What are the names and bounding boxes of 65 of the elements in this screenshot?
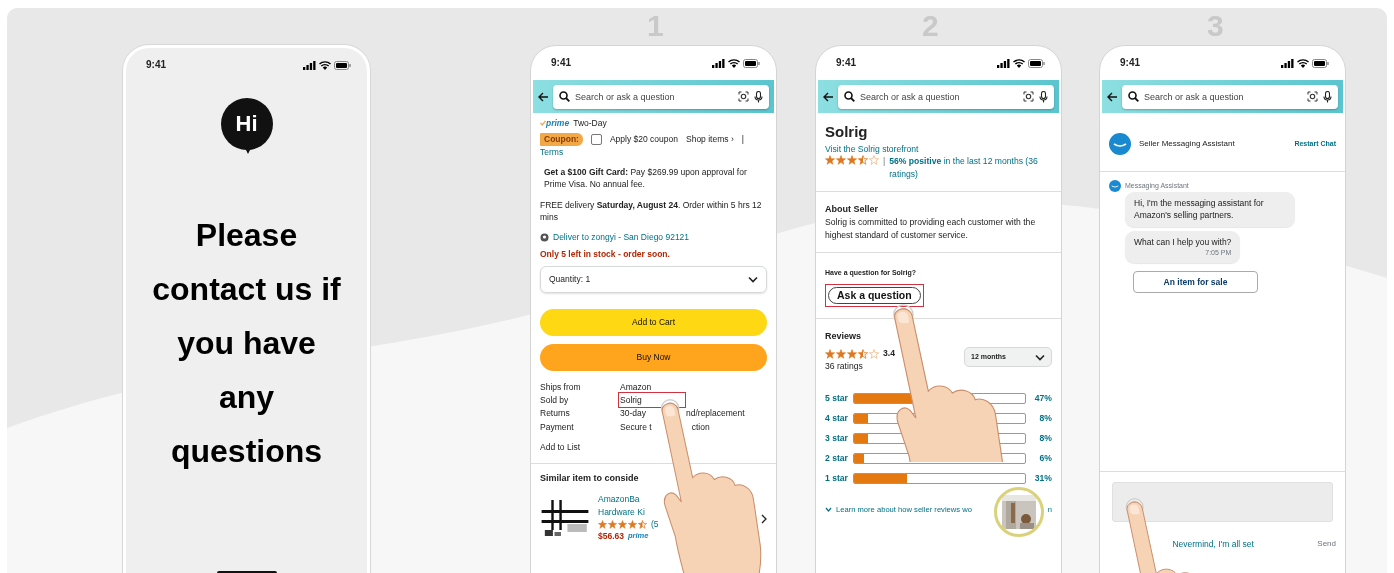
- seller-description: Solrig is committed to providing each customer with the highest standard of customer service.: [825, 216, 1037, 242]
- shop-items-link[interactable]: Shop items ›: [686, 133, 734, 146]
- star-label[interactable]: 5 star: [825, 392, 849, 405]
- detail-value: nd/replacement: [686, 407, 745, 420]
- contact-message: Please contact us if you have any questions: [151, 216, 342, 471]
- rating-percent[interactable]: 6%: [1030, 452, 1052, 465]
- storefront-link[interactable]: Visit the Solrig storefront: [825, 142, 1052, 156]
- send-button[interactable]: Send: [1317, 538, 1336, 550]
- rating-count: (5: [651, 518, 659, 531]
- detail-value: Solrig: [620, 394, 684, 407]
- dismiss-link[interactable]: Nevermind, I'm all set: [1172, 537, 1254, 550]
- add-to-cart-button[interactable]: Add to Cart: [540, 308, 767, 336]
- detail-value: Secure t: [620, 420, 652, 434]
- section-heading: About Seller: [825, 203, 879, 217]
- quantity-select[interactable]: Quantity: 1: [540, 265, 767, 293]
- status-time: 9:41: [551, 55, 571, 70]
- prime-logo: prime: [546, 117, 570, 130]
- buy-now-button[interactable]: Buy Now: [540, 343, 767, 371]
- assistant-name: Seller Messaging Assistant: [1139, 138, 1235, 150]
- detail-label: Returns: [540, 407, 571, 420]
- detail-label: Payment: [540, 420, 575, 434]
- rating-value: 3.4: [883, 347, 895, 360]
- ratings-count: 36 ratings: [825, 359, 864, 373]
- separator: |: [741, 133, 744, 146]
- star-label[interactable]: 4 star: [825, 412, 849, 425]
- message-text: Hi, I'm the messaging assistant for Amazon's selling partners.: [1134, 197, 1265, 222]
- section-heading: Similar item to conside: [540, 472, 640, 486]
- search-bar[interactable]: Search or ask a question: [1122, 84, 1338, 109]
- message-text: What can I help you with?: [1134, 235, 1232, 248]
- stock-warning: Only 5 left in stock - order soon.: [540, 247, 671, 260]
- seller-name: Solrig: [825, 122, 869, 142]
- deliver-to-link[interactable]: Deliver to zongyi - San Diego 92121: [553, 231, 690, 244]
- rating-percent[interactable]: 47%: [1030, 392, 1052, 405]
- search-bar[interactable]: Search or ask a question: [553, 84, 769, 109]
- delivery-speed: Two-Day: [573, 117, 607, 130]
- star-label[interactable]: 1 star: [825, 472, 849, 485]
- search-bar[interactable]: Search or ask a question: [838, 84, 1054, 109]
- status-time: 9:41: [146, 57, 166, 72]
- price: $56.63: [598, 530, 624, 543]
- status-time: 9:41: [1120, 55, 1140, 70]
- rating-percent[interactable]: 31%: [1030, 472, 1052, 485]
- gift-card-offer: Get a $100 Gift Card: Pay $269.99 upon approval for Prime Visa. No annual fee.: [543, 165, 748, 191]
- quantity-label: Quantity: 1: [549, 273, 591, 286]
- coupon-label: Apply $20 coupon: [609, 133, 678, 146]
- section-heading: Reviews: [825, 330, 863, 344]
- star-label[interactable]: 2 star: [825, 452, 849, 465]
- coupon-badge: Coupon:: [540, 133, 583, 146]
- status-time: 9:41: [836, 55, 856, 70]
- add-to-list-link[interactable]: Add to List: [540, 441, 767, 454]
- delivery-info: FREE delivery Saturday, August 24. Order within 5 hrs 12 mins: [540, 198, 763, 224]
- terms-link[interactable]: Terms: [540, 145, 767, 158]
- detail-label: Ships from: [540, 380, 582, 394]
- detail-label: Sold by: [540, 394, 570, 407]
- product-title[interactable]: Hardware Ki: [598, 505, 659, 519]
- option-button[interactable]: An item for sale: [1133, 271, 1258, 294]
- star-label[interactable]: 3 star: [825, 432, 849, 445]
- detail-value: ction: [691, 420, 710, 434]
- separator: |: [883, 155, 886, 168]
- rating-percent[interactable]: 8%: [1030, 432, 1052, 445]
- detail-value: 30-day: [620, 407, 646, 420]
- rating-percent[interactable]: 8%: [1030, 412, 1052, 425]
- product-title[interactable]: AmazonBa: [598, 493, 659, 506]
- positive-rating: 56% positive in the last 12 months (36 ratings): [889, 155, 1039, 181]
- detail-value: Amazon: [620, 380, 652, 394]
- ask-question-button[interactable]: Ask a question: [828, 287, 921, 305]
